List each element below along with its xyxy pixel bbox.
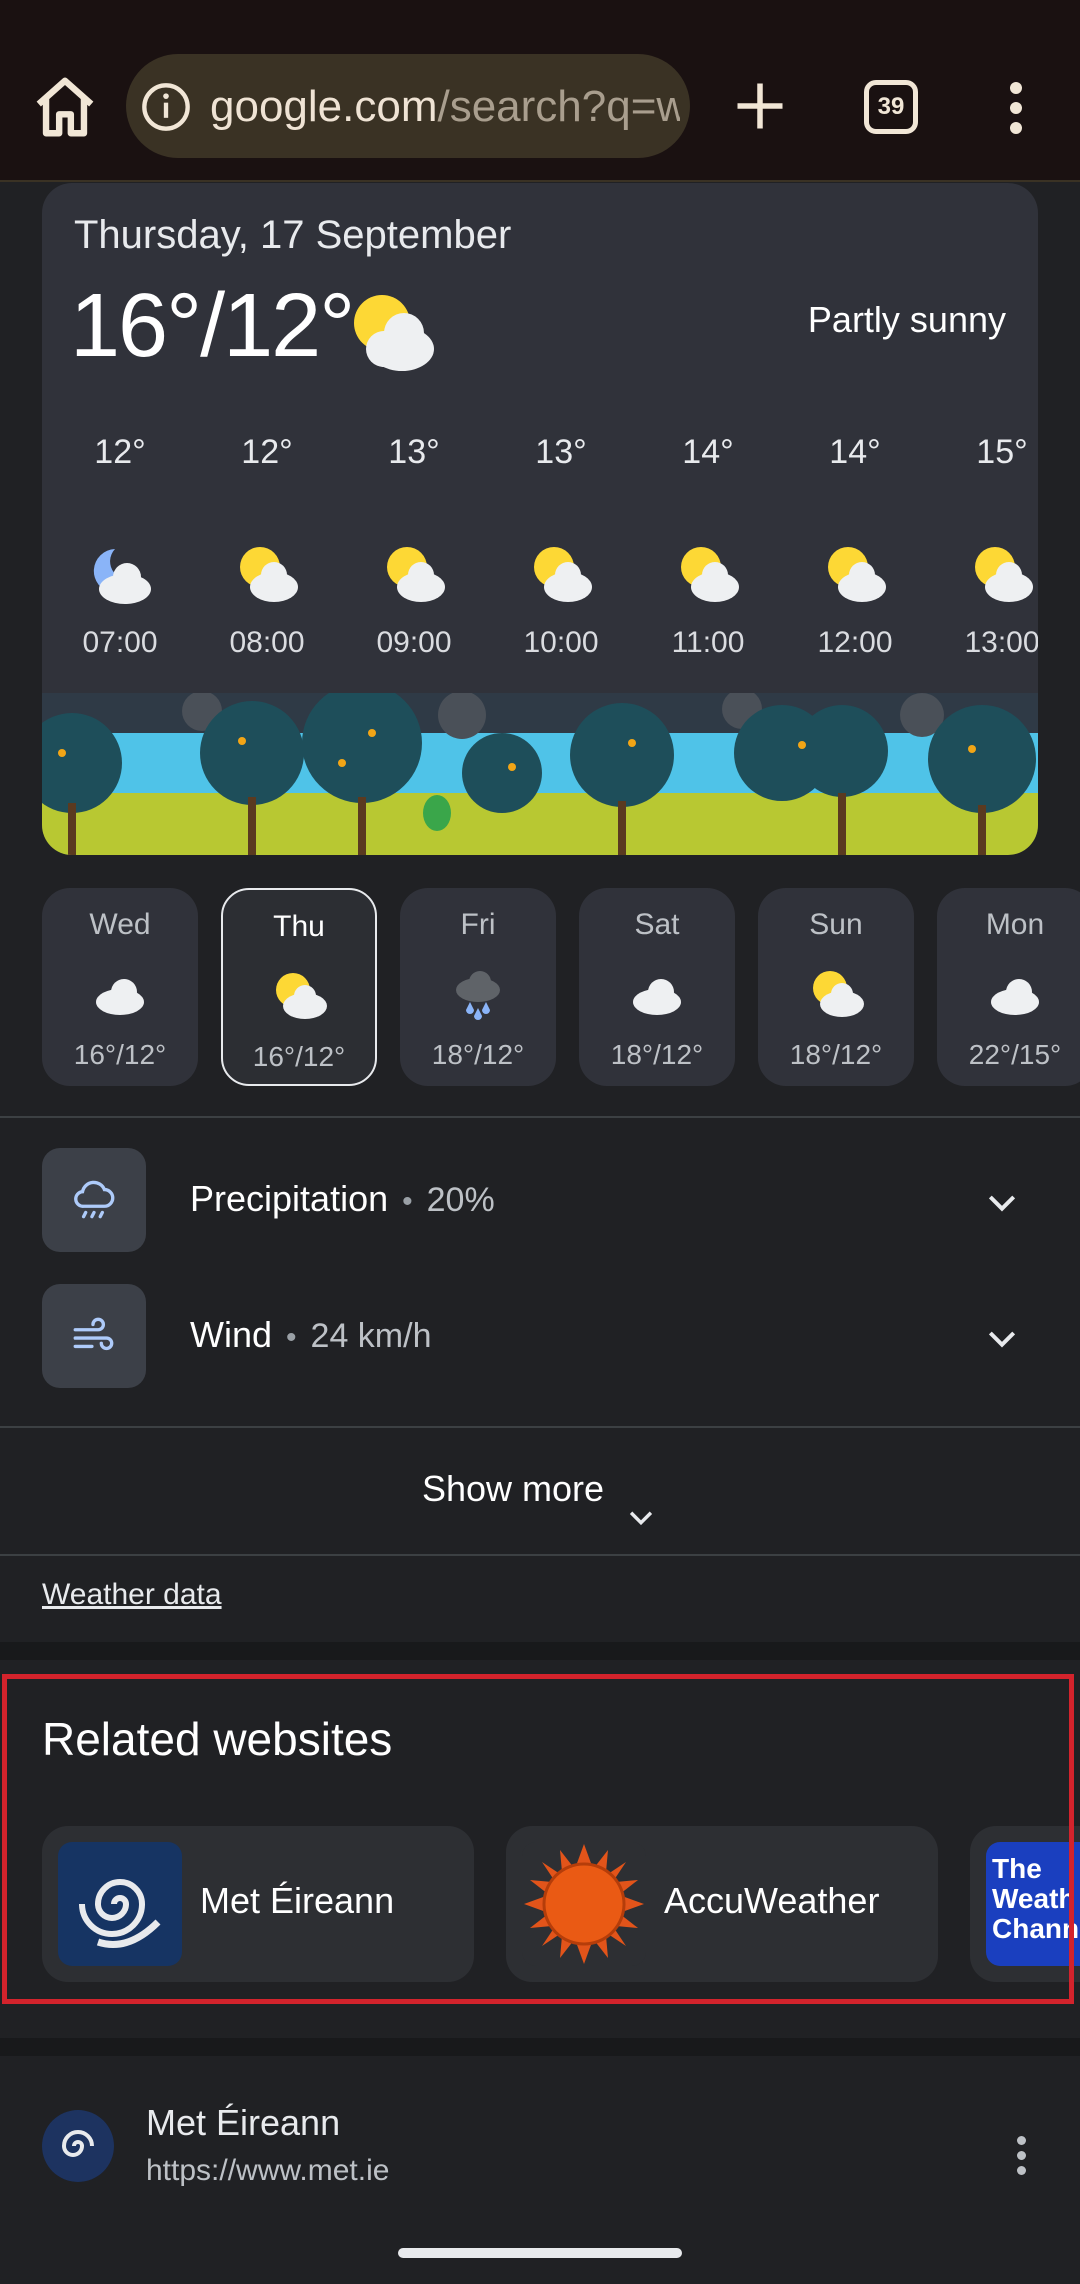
wind-label: Wind • 24 km/h	[190, 1314, 432, 1355]
sun-cloud-icon	[975, 547, 1033, 602]
gesture-home-bar[interactable]	[398, 2248, 682, 2258]
home-icon[interactable]	[30, 72, 100, 142]
precipitation-label: Precipitation • 20%	[190, 1178, 495, 1219]
section-separator	[0, 1642, 1080, 1660]
cloud-icon	[96, 979, 144, 1015]
weather-temperature: 16°/12°	[70, 276, 355, 376]
day-card-wed[interactable]: Wed 16°/12°	[42, 888, 198, 1086]
day-name: Wed	[89, 908, 151, 941]
hour-temp: 13°	[388, 433, 440, 471]
sun-cloud-icon	[387, 547, 445, 602]
precipitation-icon-box	[42, 1148, 146, 1252]
result-url[interactable]: https://www.met.ie	[146, 2154, 389, 2188]
day-card-sat[interactable]: Sat 18°/12°	[579, 888, 735, 1086]
precipitation-row[interactable]: Precipitation • 20%	[42, 1148, 1042, 1252]
wind-icon	[73, 1317, 114, 1351]
hour-item: 14° 12:00	[795, 433, 915, 660]
hour-temp: 14°	[682, 433, 734, 471]
url-text[interactable]: google.com/search?q=w	[210, 78, 680, 136]
divider	[0, 1116, 1080, 1118]
wind-row[interactable]: Wind • 24 km/h	[42, 1284, 1042, 1388]
day-card-sun[interactable]: Sun 18°/12°	[758, 888, 914, 1086]
day-temps: 16°/12°	[73, 1039, 167, 1070]
day-name: Thu	[273, 910, 325, 943]
day-temps: 16°/12°	[252, 1041, 346, 1072]
url-path: /search?q=w	[437, 82, 680, 131]
day-name: Sun	[809, 908, 863, 941]
hour-temp: 15°	[976, 433, 1028, 471]
day-temps: 18°/12°	[431, 1039, 525, 1070]
hourly-forecast[interactable]: 12° 07:00 12° 08:00 13° 09:00 13° 10:00 …	[42, 433, 1038, 659]
hour-time: 12:00	[817, 626, 893, 659]
divider	[0, 1554, 1080, 1556]
weather-data-link[interactable]: Weather data	[42, 1578, 222, 1612]
day-name: Mon	[985, 908, 1045, 941]
precipitation-title: Precipitation	[190, 1178, 389, 1219]
day-temps: 22°/15°	[968, 1039, 1062, 1070]
show-more-button[interactable]: Show more	[0, 1428, 1080, 1546]
wind-icon-box	[42, 1284, 146, 1388]
sun-cloud-icon	[240, 547, 298, 602]
hour-item: 12° 08:00	[207, 433, 327, 660]
tab-switcher-button[interactable]: 39	[864, 80, 918, 134]
weather-condition: Partly sunny	[807, 299, 1006, 340]
cloud-icon	[991, 979, 1039, 1015]
weather-illustration	[42, 693, 1038, 855]
info-icon[interactable]	[140, 81, 192, 133]
more-options-icon[interactable]	[1010, 2136, 1034, 2176]
section-separator	[0, 2038, 1080, 2056]
chevron-down-icon	[629, 1511, 653, 1525]
sun-cloud-icon	[813, 971, 864, 1017]
hour-temp: 12°	[94, 433, 146, 471]
day-name: Fri	[460, 908, 496, 941]
daily-forecast[interactable]: Wed 16°/12° Thu 16°/12° Fri 18°/12° Sat …	[42, 888, 1080, 1088]
hour-time: 08:00	[229, 626, 305, 659]
weather-card: Thursday, 17 September 16°/12° Partly su…	[42, 183, 1038, 855]
sun-cloud-icon	[534, 547, 592, 602]
browser-menu-icon[interactable]	[998, 80, 1034, 136]
sun-cloud-icon	[828, 547, 886, 602]
show-more-label: Show more	[421, 1468, 605, 1509]
hour-item: 13° 09:00	[354, 433, 474, 660]
hour-time: 09:00	[376, 626, 452, 659]
new-tab-icon[interactable]	[730, 76, 790, 136]
moon-cloud-icon	[93, 549, 151, 604]
hour-temp: 12°	[241, 433, 293, 471]
cloud-icon	[633, 979, 681, 1015]
hour-temp: 14°	[829, 433, 881, 471]
hour-item: 12° 07:00	[60, 433, 180, 660]
result-site-name[interactable]: Met Éireann	[146, 2102, 340, 2144]
day-temps: 18°/12°	[610, 1039, 704, 1070]
url-host: google.com	[210, 82, 438, 131]
hour-item: 15° 13:00	[942, 433, 1038, 660]
day-card-thu[interactable]: Thu 16°/12°	[221, 888, 377, 1086]
rain-cloud-icon	[456, 971, 500, 1020]
wind-title: Wind	[190, 1314, 273, 1355]
day-card-mon[interactable]: Mon 22°/15°	[937, 888, 1080, 1086]
hour-time: 13:00	[964, 626, 1038, 659]
highlight-box	[2, 1674, 1074, 2004]
day-card-fri[interactable]: Fri 18°/12°	[400, 888, 556, 1086]
hour-temp: 13°	[535, 433, 587, 471]
rain-cloud-outline-icon	[74, 1180, 115, 1219]
chevron-down-icon[interactable]	[982, 1318, 1022, 1358]
hour-item: 13° 10:00	[501, 433, 621, 660]
day-temps: 18°/12°	[789, 1039, 883, 1070]
sun-cloud-icon	[354, 295, 434, 371]
met-eireann-favicon	[42, 2110, 114, 2182]
tab-count: 39	[877, 93, 905, 120]
day-name: Sat	[634, 908, 680, 941]
weather-date: Thursday, 17 September	[74, 213, 512, 257]
chevron-down-icon[interactable]	[982, 1182, 1022, 1222]
hour-time: 07:00	[82, 626, 158, 659]
hour-time: 10:00	[523, 626, 599, 659]
sun-cloud-icon	[276, 973, 327, 1019]
sun-cloud-icon	[681, 547, 739, 602]
precipitation-value: 20%	[426, 1181, 495, 1219]
hour-item: 14° 11:00	[648, 433, 768, 660]
wind-value: 24 km/h	[310, 1317, 432, 1355]
hour-time: 11:00	[671, 626, 745, 659]
